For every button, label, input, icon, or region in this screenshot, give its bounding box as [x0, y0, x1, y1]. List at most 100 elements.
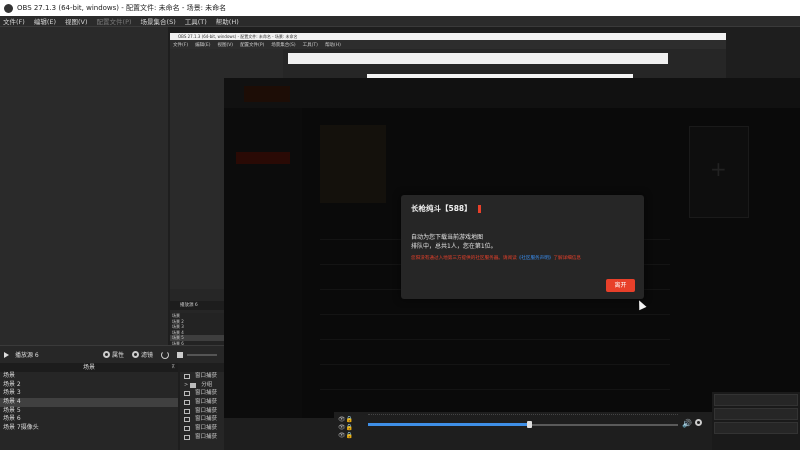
properties-label: 属性 — [112, 352, 125, 359]
scene-item[interactable]: 场景 6 — [0, 415, 178, 424]
eye-icon[interactable]: 👁🔒 — [338, 424, 358, 432]
window-title: OBS 27.1.3 (64-bit, windows) - 配置文件: 未命名… — [17, 4, 227, 12]
controls-dock — [712, 392, 800, 450]
leave-button[interactable]: 离开 — [606, 279, 635, 292]
source-item[interactable]: 窗口捕获 — [180, 407, 224, 416]
scene-item[interactable]: 场景 5 — [0, 407, 178, 416]
window-icon — [184, 373, 190, 379]
source-label: 分组 — [201, 381, 213, 388]
nested-menu-item: 配置文件(P) — [240, 42, 265, 48]
play-icon[interactable] — [4, 351, 9, 358]
control-button[interactable] — [714, 394, 798, 406]
game-top-nav — [224, 78, 800, 108]
menu-profile[interactable]: 配置文件(P) — [97, 16, 132, 26]
game-logo — [244, 86, 290, 102]
window-icon — [184, 391, 190, 397]
media-slider[interactable] — [187, 353, 218, 356]
filters-label: 滤镜 — [141, 352, 154, 359]
nested-title-bar-2 — [288, 53, 668, 64]
game-sidebar-active-item — [236, 152, 290, 164]
menu-scene-collection[interactable]: 场景集合(S) — [141, 16, 176, 26]
game-list-row — [320, 378, 670, 390]
dialog-warning: 您阳没有通过入地第三方提供的社区服务器。请阅读《社区服务声明》了解详细信息 — [411, 255, 581, 261]
game-list-row — [320, 303, 670, 315]
filters-button[interactable]: 滤镜 — [132, 350, 153, 359]
nested-menu-item: 编辑(E) — [195, 42, 211, 48]
dock-pin-icon[interactable]: ⊼ — [171, 363, 175, 372]
source-label: 窗口捕获 — [195, 407, 218, 414]
window-icon — [184, 434, 190, 440]
dialog-title-badge — [477, 204, 481, 213]
dialog-title-text: 长枪纯斗【588】 — [411, 204, 472, 213]
dialog-warning-prefix: 您阳没有通过入地第三方提供的社区服务器。请阅读 — [411, 256, 517, 261]
source-toolbar: 播放源 6 属性 滤镜 — [0, 345, 224, 363]
title-bar: OBS 27.1.3 (64-bit, windows) - 配置文件: 未命名… — [0, 0, 800, 16]
source-item[interactable]: 窗口捕获 — [180, 415, 224, 424]
plus-icon: + — [710, 157, 727, 181]
sources-list: 窗口捕获 > 分组 窗口捕获 窗口捕获 窗口捕获 窗口捕获 窗口捕获 窗口捕获 — [180, 372, 224, 450]
game-list-row — [320, 328, 670, 340]
scene-item[interactable]: 场景 7摄像头 — [0, 424, 178, 433]
filter-icon — [132, 351, 140, 358]
scenes-header: 场景 ⊼ — [0, 363, 178, 372]
scene-item[interactable]: 场景 — [0, 372, 178, 381]
volume-fill — [368, 423, 530, 426]
gear-icon — [103, 351, 110, 358]
control-button[interactable] — [714, 408, 798, 420]
control-button[interactable] — [714, 422, 798, 434]
menu-bar: 文件(F) 编辑(E) 视图(V) 配置文件(P) 场景集合(S) 工具(T) … — [0, 16, 800, 27]
window-icon — [184, 417, 190, 423]
source-label: 窗口捕获 — [195, 373, 218, 379]
nested-menu-item: 场景集合(S) — [271, 42, 296, 48]
source-item[interactable]: 窗口捕获 — [180, 424, 224, 433]
source-item[interactable]: 窗口捕获 — [180, 398, 224, 407]
community-service-link[interactable]: 《社区服务声明》 — [517, 256, 554, 261]
stop-icon[interactable] — [177, 351, 184, 358]
menu-file[interactable]: 文件(F) — [3, 16, 25, 26]
source-label: 窗口捕获 — [195, 425, 218, 432]
gear-icon[interactable] — [695, 419, 702, 426]
chevron-right-icon[interactable]: > — [184, 381, 188, 390]
source-item[interactable]: 窗口捕获 — [180, 433, 224, 442]
canvas-background — [0, 27, 168, 345]
nested-title: OBS 27.1.3 (64-bit, windows) - 配置文件: 未命名… — [170, 33, 726, 40]
scenes-list: 场景 场景 2 场景 3 场景 4 场景 5 场景 6 场景 7摄像头 — [0, 372, 178, 450]
nested-menu-bar: 文件(F) 编辑(E) 视图(V) 配置文件(P) 场景集合(S) 工具(T) … — [170, 40, 726, 49]
game-list-row — [320, 353, 670, 365]
folder-icon — [190, 382, 197, 388]
scene-item-selected[interactable]: 场景 4 — [0, 398, 178, 407]
source-item-group[interactable]: > 分组 — [180, 381, 224, 390]
source-label: 窗口捕获 — [195, 390, 218, 397]
nested-menu-item: 帮助(H) — [324, 42, 341, 48]
refresh-icon[interactable] — [161, 350, 170, 359]
source-item[interactable]: 窗口捕获 — [180, 372, 224, 381]
nested-menu-item: 工具(T) — [302, 42, 318, 48]
source-visibility-icons: 👁🔒 👁🔒 👁🔒 — [338, 416, 358, 440]
menu-tools[interactable]: 工具(T) — [185, 16, 207, 26]
scenes-header-label: 场景 — [82, 364, 95, 371]
download-queue-dialog: 长枪纯斗【588】 自动为您下载当前游戏地图 排队中，总共1人，您在第1位。 您… — [401, 195, 644, 299]
obs-logo-icon — [4, 3, 13, 13]
menu-view[interactable]: 视图(V) — [65, 16, 88, 26]
volume-meter — [368, 414, 678, 418]
volume-slider-handle[interactable] — [527, 421, 533, 428]
source-label: 窗口捕获 — [195, 399, 218, 406]
dialog-download-text: 自动为您下载当前游戏地图 — [411, 234, 484, 241]
source-item[interactable]: 窗口捕获 — [180, 389, 224, 398]
dialog-queue-text: 排队中，总共1人，您在第1位。 — [411, 243, 497, 250]
menu-edit[interactable]: 编辑(E) — [34, 16, 56, 26]
current-source-name: 播放源 6 — [15, 352, 39, 359]
game-add-panel: + — [689, 126, 749, 218]
window-icon — [184, 408, 190, 414]
menu-help[interactable]: 帮助(H) — [216, 16, 239, 26]
speaker-icon[interactable]: 🔊 — [682, 419, 692, 428]
scene-item[interactable]: 场景 3 — [0, 389, 178, 398]
nested-menu-item: 文件(F) — [173, 42, 189, 48]
scene-item[interactable]: 场景 2 — [0, 381, 178, 390]
dialog-title: 长枪纯斗【588】 — [411, 203, 481, 214]
eye-icon[interactable]: 👁🔒 — [338, 432, 358, 440]
window-icon — [184, 425, 190, 431]
source-label: 窗口捕获 — [195, 416, 218, 423]
eye-icon[interactable]: 👁🔒 — [338, 416, 358, 424]
properties-button[interactable]: 属性 — [103, 350, 124, 359]
